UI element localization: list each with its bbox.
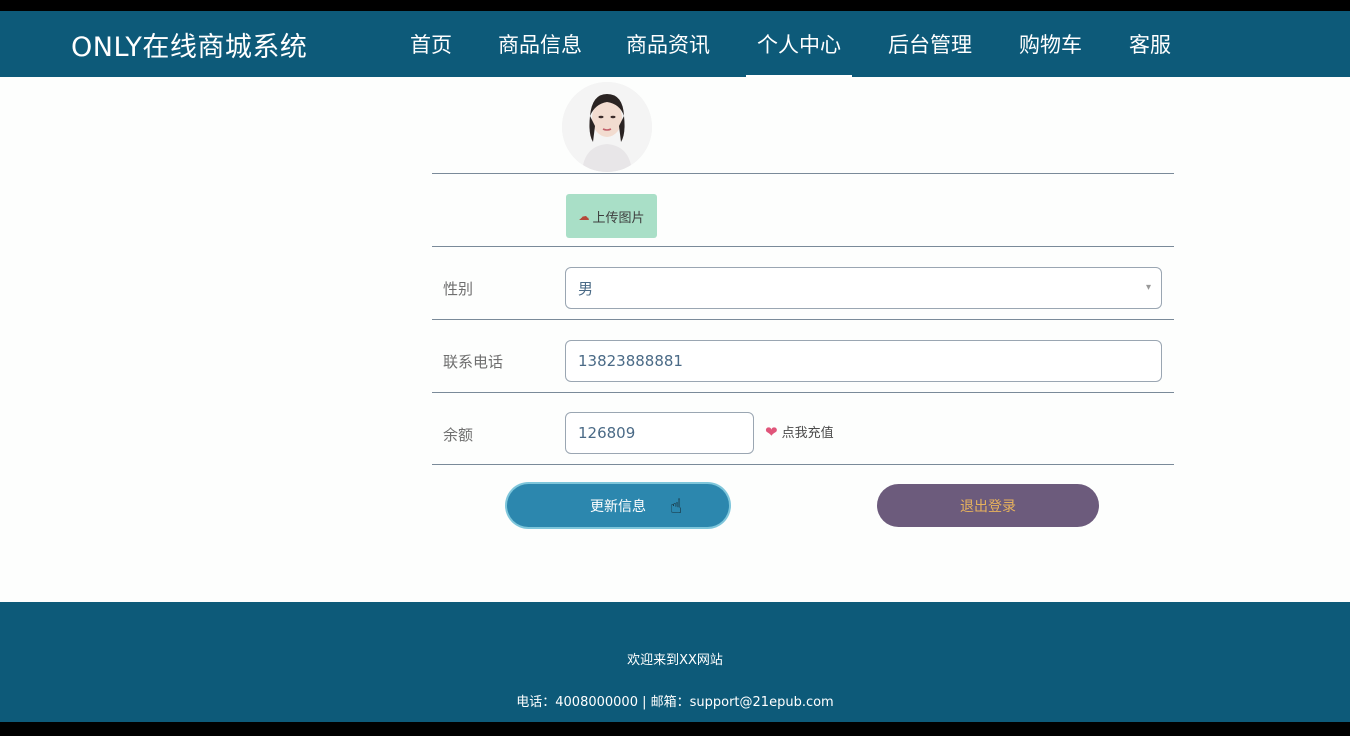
phone-label: 联系电话: [443, 353, 504, 371]
avatar-image: [562, 82, 652, 172]
divider: [432, 392, 1174, 393]
avatar: [562, 82, 652, 172]
divider: [432, 246, 1174, 247]
footer: 欢迎来到XX网站 电话：4008000000 | 邮箱：support@21ep…: [0, 602, 1350, 722]
balance-input[interactable]: 126809: [565, 412, 754, 454]
divider: [432, 319, 1174, 320]
nav-profile[interactable]: 个人中心: [746, 29, 852, 77]
logout-button[interactable]: 退出登录: [877, 484, 1099, 527]
chevron-down-icon: ▾: [1145, 282, 1151, 293]
recharge-label: 点我充值: [781, 426, 834, 441]
upload-image-button[interactable]: ☁ 上传图片: [566, 194, 657, 238]
update-info-button[interactable]: 更新信息: [507, 484, 729, 527]
gender-select[interactable]: 男 ▾: [565, 267, 1162, 309]
hand-cursor-icon: ☝: [670, 494, 683, 518]
gender-value: 男: [578, 279, 594, 298]
main-nav: 首页 商品信息 商品资讯 个人中心 后台管理 购物车 客服: [0, 11, 1350, 77]
balance-label: 余额: [443, 426, 474, 444]
upload-image-label: 上传图片: [592, 210, 645, 226]
divider: [432, 464, 1174, 465]
heart-icon: ❤: [765, 422, 778, 441]
app-window: ONLY在线商城系统 首页 商品信息 商品资讯 个人中心 后台管理 购物车 客服…: [0, 11, 1350, 722]
recharge-link[interactable]: ❤ 点我充值: [765, 422, 834, 442]
balance-value: 126809: [578, 424, 636, 442]
nav-home[interactable]: 首页: [410, 29, 452, 59]
phone-input[interactable]: 13823888881: [565, 340, 1162, 382]
gender-label: 性别: [443, 280, 474, 298]
nav-products[interactable]: 商品信息: [498, 29, 582, 59]
footer-contact: 电话：4008000000 | 邮箱：support@21epub.com: [516, 695, 834, 710]
nav-cart[interactable]: 购物车: [1019, 29, 1082, 59]
top-navbar: ONLY在线商城系统 首页 商品信息 商品资讯 个人中心 后台管理 购物车 客服: [0, 11, 1350, 77]
nav-admin[interactable]: 后台管理: [888, 29, 972, 59]
divider: [432, 173, 1174, 174]
nav-service[interactable]: 客服: [1129, 29, 1171, 59]
footer-welcome: 欢迎来到XX网站: [627, 653, 723, 668]
upload-icon: ☁: [578, 209, 590, 223]
nav-news[interactable]: 商品资讯: [626, 29, 710, 59]
phone-value: 13823888881: [578, 352, 683, 370]
